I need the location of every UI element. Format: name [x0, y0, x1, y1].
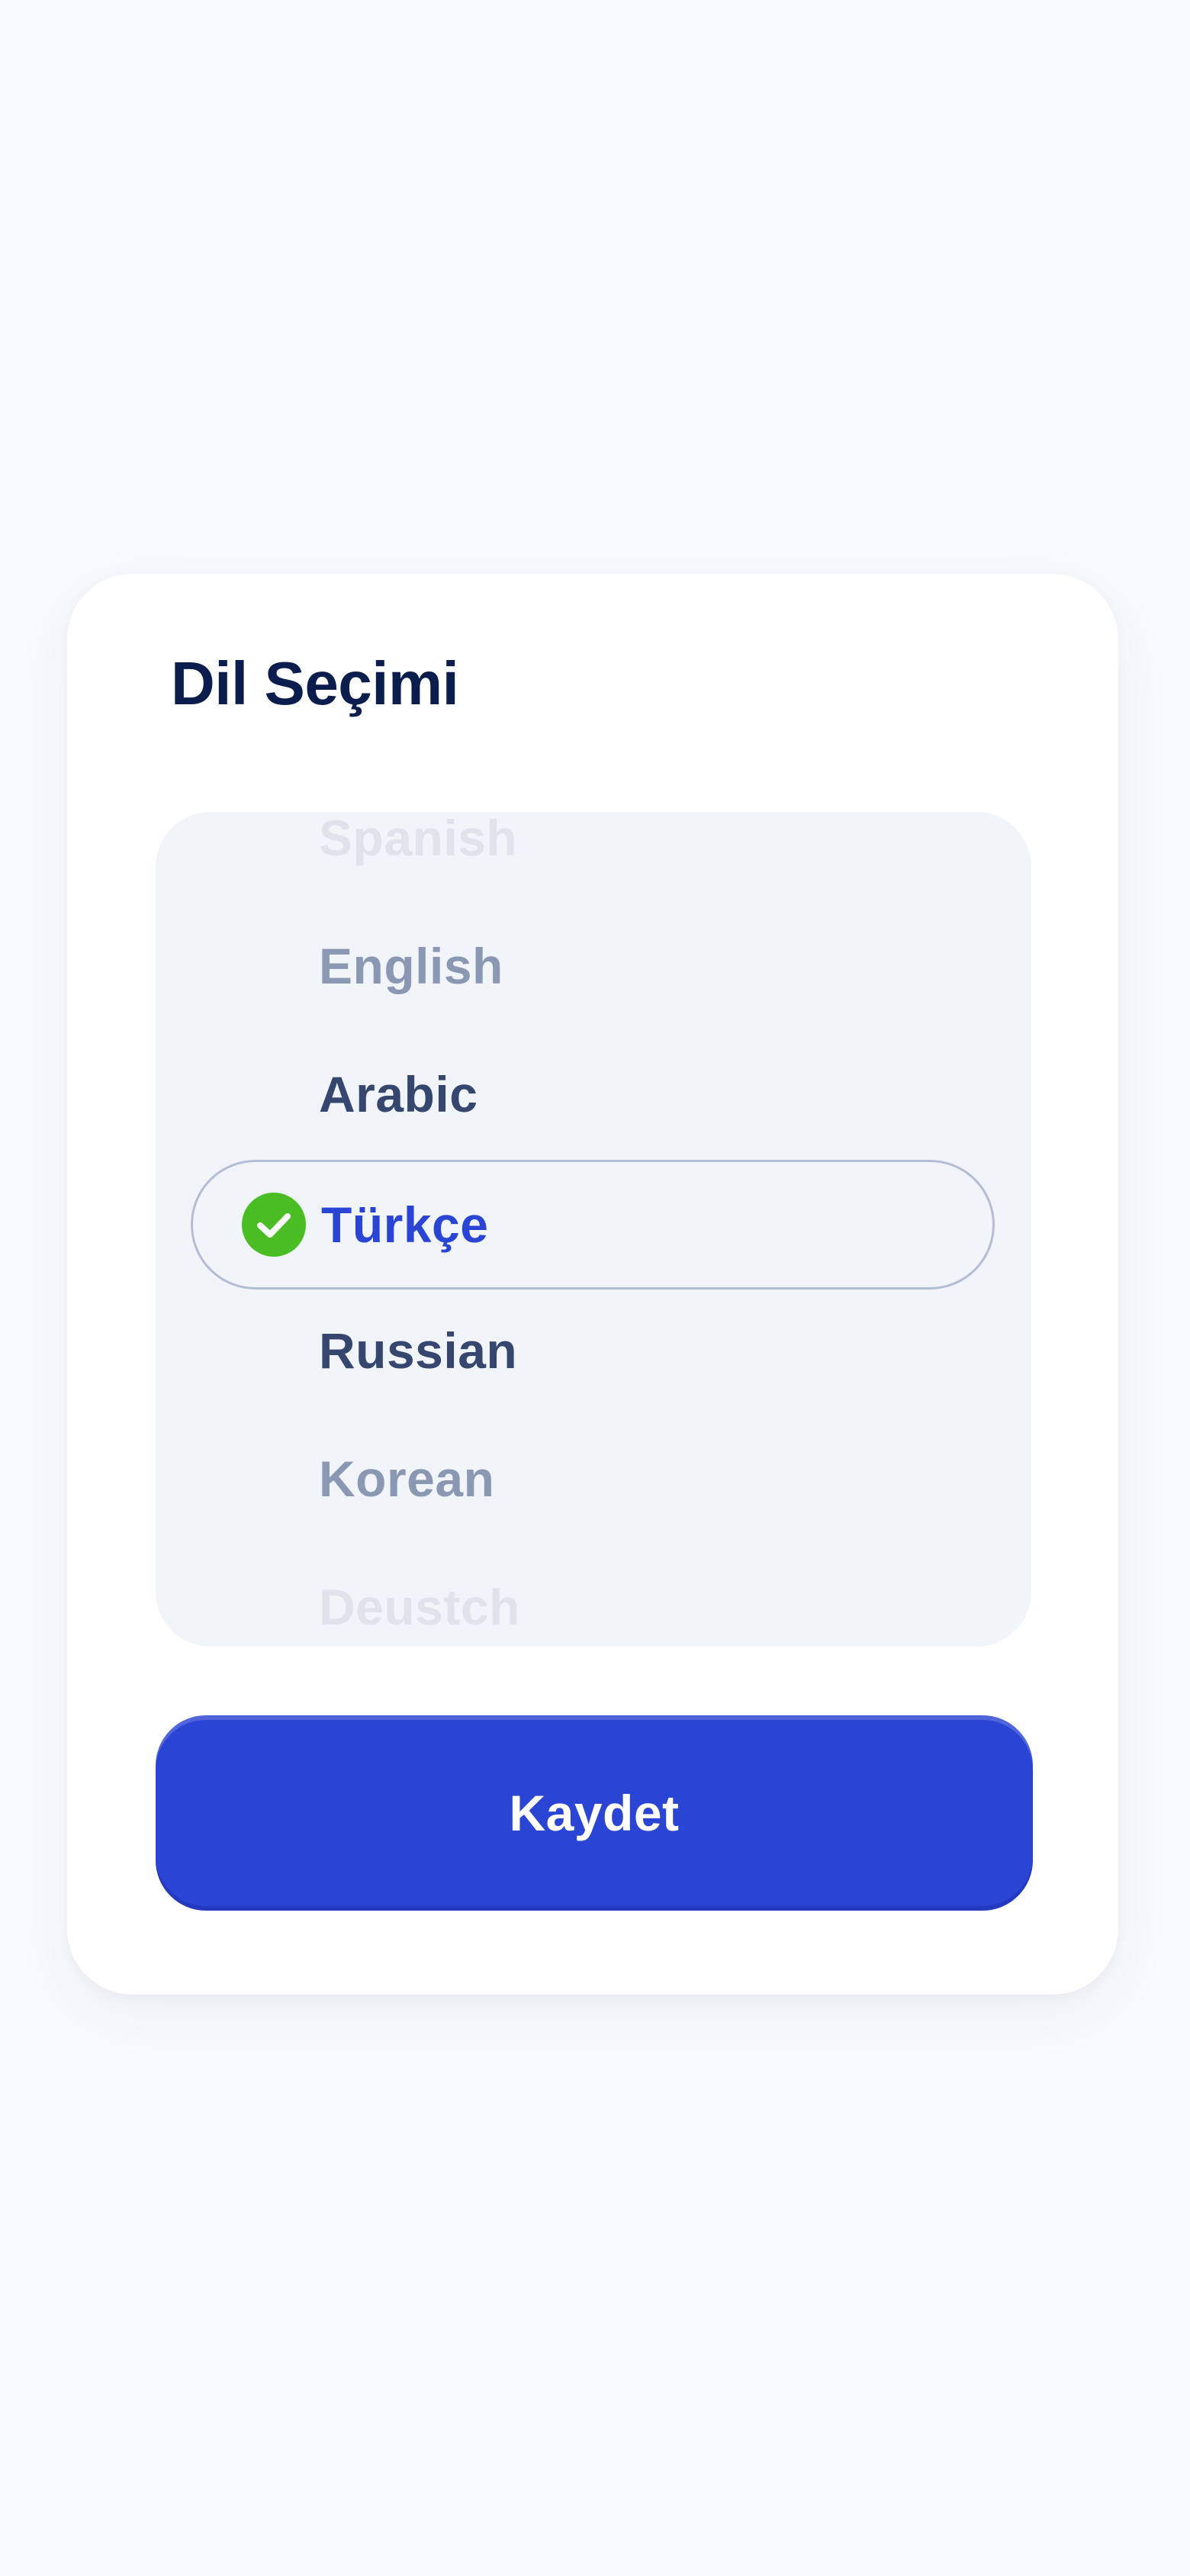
selected-language-label: Türkçe — [321, 1196, 489, 1253]
language-dialog: Dil Seçimi Spanish English Arabic Türkçe… — [67, 574, 1118, 1995]
language-picker[interactable]: Spanish English Arabic Türkçe Russian Ko… — [156, 812, 1031, 1647]
dialog-title: Dil Seçimi — [171, 649, 459, 717]
screen: Dil Seçimi Spanish English Arabic Türkçe… — [0, 0, 1190, 2576]
language-option-arabic[interactable]: Arabic — [319, 1048, 478, 1140]
language-option-english[interactable]: English — [319, 920, 503, 1012]
save-button[interactable]: Kaydet — [156, 1715, 1033, 1911]
language-option-russian[interactable]: Russian — [319, 1305, 517, 1396]
check-circle-icon — [242, 1193, 306, 1257]
language-option-korean[interactable]: Korean — [319, 1433, 494, 1525]
language-option-deustch[interactable]: Deustch — [319, 1561, 520, 1647]
language-option-turkce-selected[interactable]: Türkçe — [191, 1160, 995, 1290]
language-option-spanish[interactable]: Spanish — [319, 812, 517, 884]
